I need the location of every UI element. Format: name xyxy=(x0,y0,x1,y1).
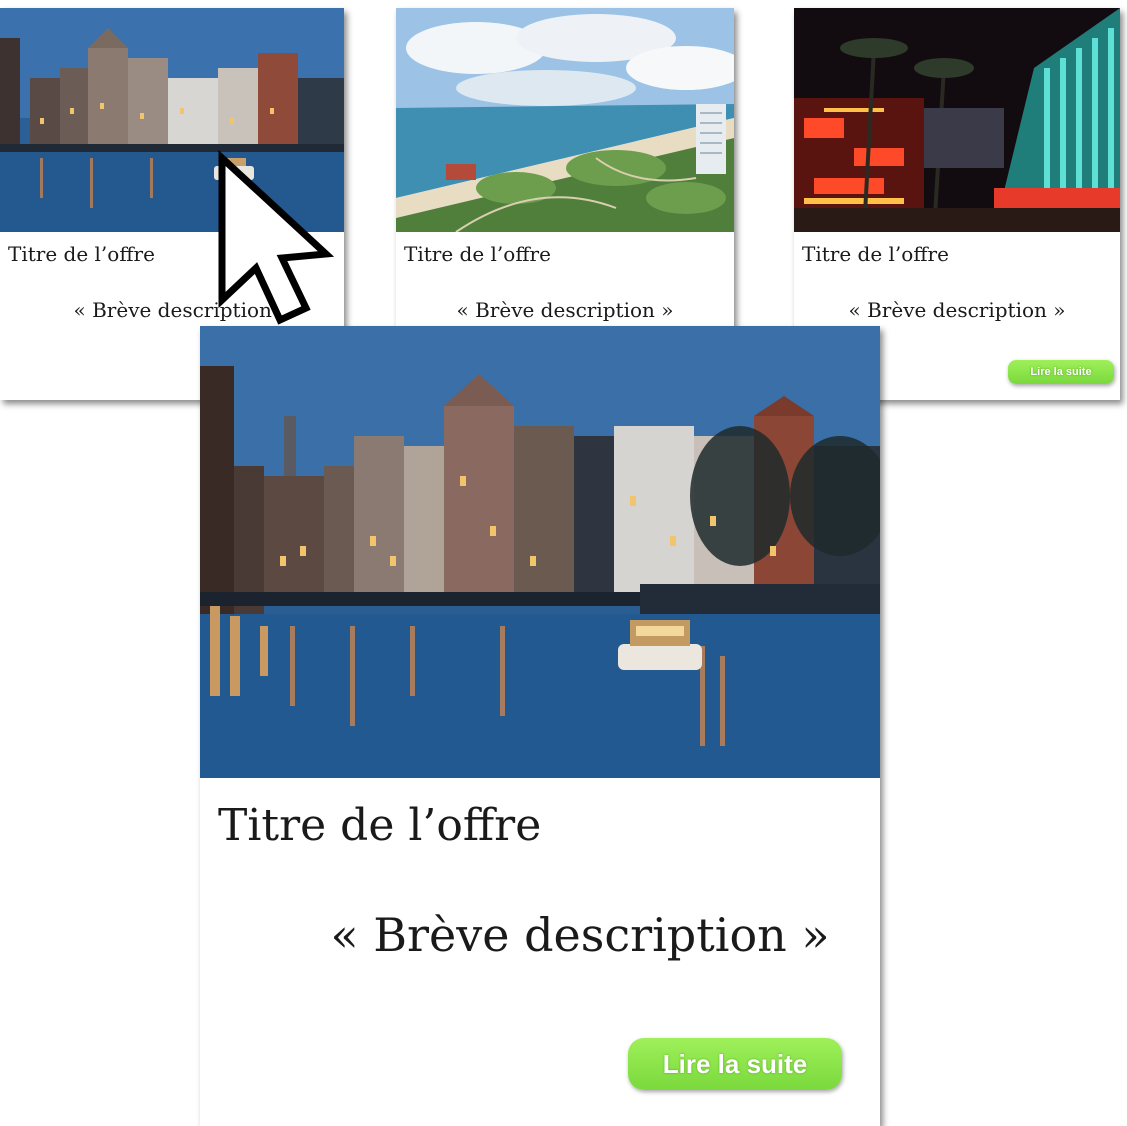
offer-description: « Brève description » xyxy=(73,298,291,322)
offer-title: Titre de l’offre xyxy=(404,242,551,266)
offer-description: « Brève description » xyxy=(848,298,1066,322)
offer-description: « Brève description » xyxy=(456,298,674,322)
offer-description: « Brève description » xyxy=(330,908,830,962)
offer-title: Titre de l’offre xyxy=(802,242,949,266)
offer-image-vegas xyxy=(794,8,1120,232)
offer-image-coast xyxy=(396,8,734,232)
offer-title: Titre de l’offre xyxy=(218,800,542,851)
offer-card-expanded[interactable]: Titre de l’offre « Brève description » L… xyxy=(200,326,880,1126)
read-more-button[interactable]: Lire la suite xyxy=(628,1038,842,1090)
offer-title: Titre de l’offre xyxy=(8,242,155,266)
offer-image-amsterdam-large xyxy=(200,326,880,778)
read-more-button[interactable]: Lire la suite xyxy=(1008,360,1114,384)
offer-image-amsterdam xyxy=(0,8,344,232)
